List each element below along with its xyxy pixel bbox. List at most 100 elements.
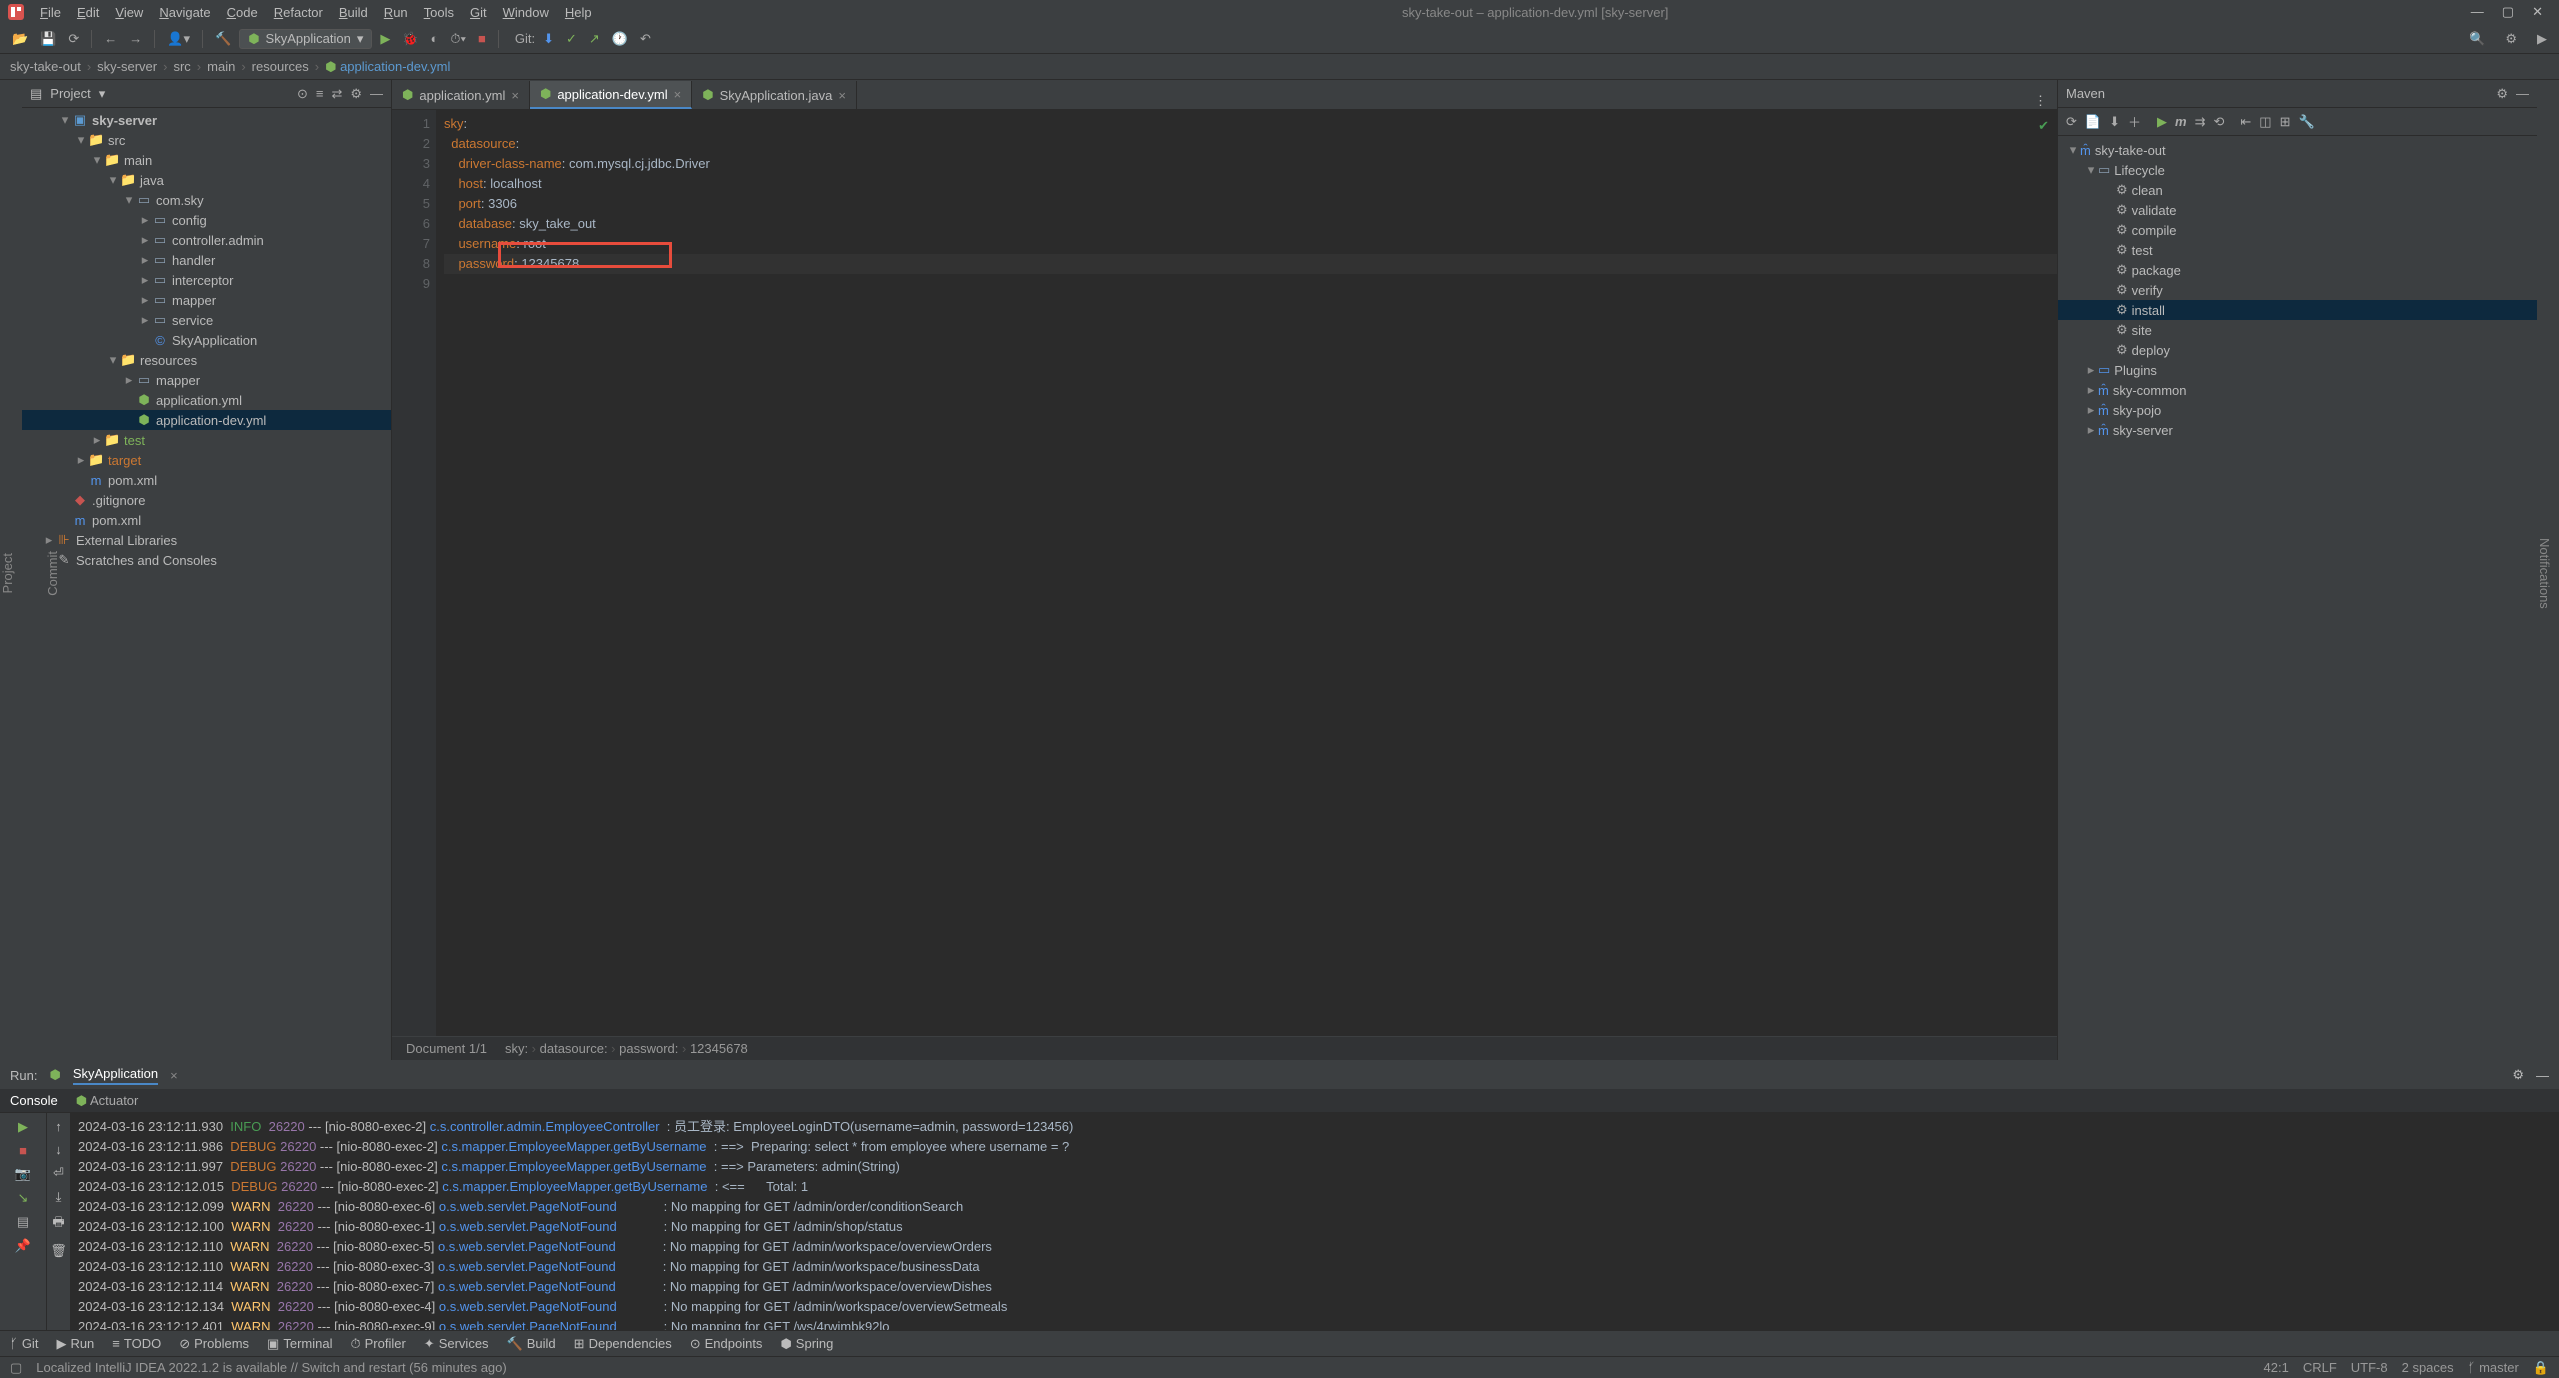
tree-row[interactable]: mpom.xml — [22, 470, 391, 490]
notifications-tool-button[interactable]: Notifications — [2537, 538, 2552, 609]
tree-row[interactable]: mpom.xml — [22, 510, 391, 530]
maven-tree[interactable]: ▾m̂sky-take-out▾▭Lifecycle⚙clean⚙validat… — [2058, 136, 2537, 1060]
git-push-icon[interactable]: ↗ — [585, 29, 604, 49]
menu-tools[interactable]: Tools — [416, 5, 462, 20]
debug-icon[interactable]: 🐞 — [398, 29, 422, 49]
bottom-tool-endpoints[interactable]: ⊙Endpoints — [690, 1336, 763, 1352]
settings-icon[interactable]: ⚙ — [2501, 29, 2521, 49]
reload-icon[interactable]: ⟳ — [2066, 114, 2077, 130]
inspection-ok-icon[interactable]: ✔ — [2038, 116, 2049, 136]
tree-row[interactable]: ⬢application-dev.yml — [22, 410, 391, 430]
tree-row[interactable]: ▾📁main — [22, 150, 391, 170]
file-encoding[interactable]: UTF-8 — [2351, 1360, 2388, 1375]
menu-navigate[interactable]: Navigate — [151, 5, 218, 20]
bottom-tool-spring[interactable]: ⬢Spring — [780, 1336, 833, 1352]
run-config-selector[interactable]: ⬢ SkyApplication ▾ — [239, 29, 372, 49]
ai-icon[interactable]: ▶ — [2533, 29, 2551, 49]
menu-code[interactable]: Code — [219, 5, 266, 20]
select-opened-icon[interactable]: ⊙ — [297, 86, 308, 102]
collapse-icon[interactable]: ⇄ — [331, 86, 342, 102]
breadcrumb-item[interactable]: datasource: — [540, 1041, 608, 1056]
show-icon[interactable]: ◫ — [2259, 114, 2271, 130]
maven-tree-row[interactable]: ⚙compile — [2058, 220, 2537, 240]
tree-row[interactable]: ▸▭mapper — [22, 290, 391, 310]
breadcrumb-item[interactable]: 12345678 — [690, 1041, 748, 1056]
editor-tab[interactable]: ⬢application-dev.yml× — [530, 81, 692, 109]
code-editor[interactable]: ✔ sky: datasource: driver-class-name: co… — [436, 110, 2057, 1036]
breadcrumb-item[interactable]: src — [173, 59, 190, 74]
bottom-tool-build[interactable]: 🔨Build — [507, 1336, 556, 1352]
console-output[interactable]: 2024-03-16 23:12:11.930 INFO 26220 --- [… — [70, 1113, 2559, 1330]
editor-tab[interactable]: ⬢SkyApplication.java× — [692, 81, 857, 109]
print-icon[interactable]: 🖶 — [52, 1213, 64, 1235]
maven-tree-row[interactable]: ⚙validate — [2058, 200, 2537, 220]
bottom-tool-profiler[interactable]: ⏱Profiler — [350, 1336, 405, 1352]
tree-row[interactable]: ▾📁java — [22, 170, 391, 190]
line-separator[interactable]: CRLF — [2303, 1360, 2337, 1375]
breadcrumb-item[interactable]: sky: — [505, 1041, 528, 1056]
coverage-icon[interactable]: ◐ — [427, 29, 443, 48]
search-icon[interactable]: 🔍 — [2465, 29, 2489, 49]
tree-row[interactable]: ▸⊪External Libraries — [22, 530, 391, 550]
maven-tree-row[interactable]: ⚙install — [2058, 300, 2537, 320]
gear-icon[interactable]: ⚙ — [2512, 1067, 2524, 1083]
breadcrumb-item[interactable]: sky-server — [97, 59, 157, 74]
hide-icon[interactable]: — — [2516, 86, 2529, 101]
bottom-tool-services[interactable]: ✦Services — [424, 1336, 489, 1352]
bottom-tool-todo[interactable]: ≡TODO — [112, 1336, 161, 1351]
menu-view[interactable]: View — [107, 5, 151, 20]
close-button[interactable]: ✕ — [2532, 4, 2543, 20]
git-history-icon[interactable]: 🕐 — [608, 29, 632, 49]
pin-icon[interactable]: 📌 — [15, 1238, 31, 1254]
menu-build[interactable]: Build — [331, 5, 376, 20]
gear-icon[interactable]: ⚙ — [350, 86, 362, 102]
close-icon[interactable]: × — [674, 87, 682, 102]
stop-icon[interactable]: ■ — [474, 29, 490, 48]
tree-row[interactable]: ▸📁test — [22, 430, 391, 450]
up-icon[interactable]: ↑ — [55, 1119, 62, 1134]
exit-icon[interactable]: ↘ — [18, 1190, 29, 1206]
git-commit-icon[interactable]: ✓ — [562, 29, 581, 49]
status-message[interactable]: Localized IntelliJ IDEA 2022.1.2 is avai… — [36, 1360, 506, 1375]
clear-icon[interactable]: 🗑 — [50, 1243, 67, 1259]
maven-tree-row[interactable]: ⚙site — [2058, 320, 2537, 340]
generate-icon[interactable]: 📄 — [2085, 114, 2101, 130]
dump-icon[interactable]: 📷 — [15, 1166, 31, 1182]
bottom-tool-terminal[interactable]: ▣Terminal — [267, 1336, 332, 1352]
run-icon[interactable]: ▶ — [2157, 114, 2167, 130]
maximize-button[interactable]: ▢ — [2502, 4, 2514, 20]
breadcrumb-item[interactable]: resources — [252, 59, 309, 74]
toggle-icon[interactable]: ⇉ — [2195, 114, 2206, 130]
menu-help[interactable]: Help — [557, 5, 600, 20]
profile-icon[interactable]: ⏱▾ — [446, 29, 470, 49]
collapse-icon[interactable]: ⇤ — [2240, 114, 2251, 130]
commit-tool-button[interactable]: Commit — [45, 551, 60, 596]
event-icon[interactable]: ▢ — [10, 1360, 22, 1376]
back-icon[interactable]: ← — [100, 29, 121, 48]
caret-position[interactable]: 42:1 — [2264, 1360, 2289, 1375]
tree-row[interactable]: ▸▭handler — [22, 250, 391, 270]
menu-git[interactable]: Git — [462, 5, 495, 20]
git-update-icon[interactable]: ⬇ — [539, 29, 558, 49]
maven-tree-row[interactable]: ⚙verify — [2058, 280, 2537, 300]
close-icon[interactable]: × — [838, 88, 846, 103]
tree-row[interactable]: ▸▭interceptor — [22, 270, 391, 290]
maven-tree-row[interactable]: ⚙test — [2058, 240, 2537, 260]
maven-tree-row[interactable]: ▸▭Plugins — [2058, 360, 2537, 380]
m-icon[interactable]: m — [2175, 114, 2187, 129]
project-tree[interactable]: ▾▣sky-server▾📁src▾📁main▾📁java▾▭com.sky▸▭… — [22, 108, 391, 1060]
maven-tree-row[interactable]: ▸m̂sky-server — [2058, 420, 2537, 440]
maven-tree-row[interactable]: ⚙deploy — [2058, 340, 2537, 360]
maven-tree-row[interactable]: ▸m̂sky-common — [2058, 380, 2537, 400]
hide-icon[interactable]: — — [370, 86, 383, 101]
expand-icon[interactable]: ≡ — [316, 86, 324, 101]
tree-row[interactable]: ▸▭config — [22, 210, 391, 230]
indent-info[interactable]: 2 spaces — [2402, 1360, 2454, 1375]
maven-tree-row[interactable]: ▾m̂sky-take-out — [2058, 140, 2537, 160]
close-icon[interactable]: × — [511, 88, 519, 103]
tree-row[interactable]: ▾▣sky-server — [22, 110, 391, 130]
run-app-name[interactable]: SkyApplication — [73, 1066, 158, 1085]
minimize-button[interactable]: — — [2471, 4, 2484, 20]
menu-refactor[interactable]: Refactor — [266, 5, 331, 20]
scroll-icon[interactable]: ⤓ — [56, 1189, 62, 1205]
